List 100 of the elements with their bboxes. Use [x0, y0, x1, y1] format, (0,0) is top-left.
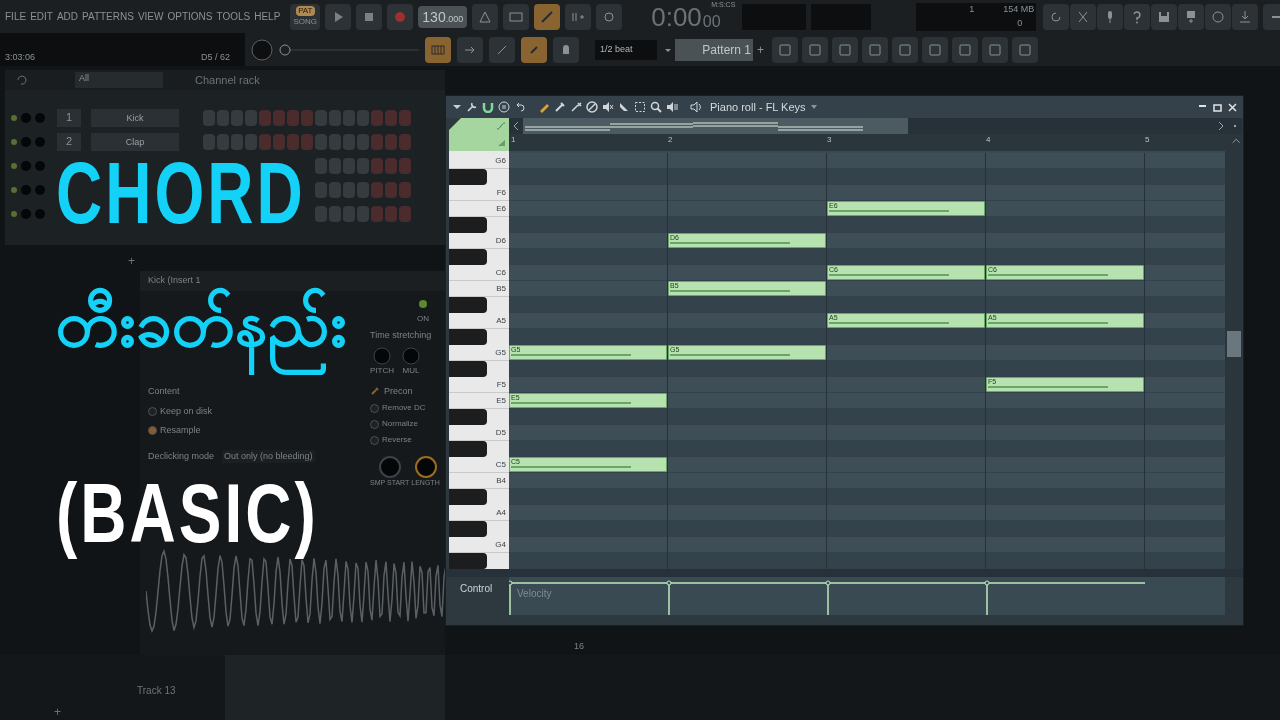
toolbar-button[interactable] [922, 36, 948, 63]
note-grid-row[interactable] [509, 409, 1225, 425]
sharp-piano-key[interactable] [449, 297, 487, 313]
speaker-icon[interactable] [690, 101, 704, 113]
select-icon[interactable] [634, 101, 646, 113]
step-button[interactable] [287, 110, 299, 126]
pencil-icon[interactable] [538, 101, 550, 113]
vertical-scroll-thumb[interactable] [1226, 331, 1241, 357]
snap-dropdown[interactable]: 1/2 beat [595, 39, 657, 60]
menu-item[interactable]: EDIT [30, 9, 53, 24]
note-grid-row[interactable] [509, 217, 1225, 233]
add-pattern-button[interactable]: + [755, 40, 766, 59]
toolbar-button[interactable] [862, 36, 888, 63]
download-button[interactable] [1232, 3, 1259, 30]
step-button[interactable] [357, 182, 369, 198]
knob[interactable] [251, 38, 273, 61]
toolbar-button[interactable] [952, 36, 978, 63]
save-new-button[interactable] [1178, 3, 1205, 30]
note-grid-row[interactable] [509, 185, 1225, 201]
mode-label[interactable]: SONG [291, 17, 320, 27]
delete-pencil-icon[interactable] [570, 101, 582, 113]
radio-button[interactable] [148, 406, 157, 416]
menu-item[interactable]: TOOLS [216, 9, 251, 24]
step-button[interactable] [371, 110, 383, 126]
step-button[interactable] [357, 158, 369, 174]
step-button[interactable] [343, 158, 355, 174]
step-button[interactable] [371, 134, 383, 150]
step-button[interactable] [329, 134, 341, 150]
wait-button[interactable] [503, 3, 530, 30]
radio-button[interactable] [370, 435, 379, 445]
step-button[interactable] [329, 206, 341, 222]
zoom-icon[interactable] [650, 101, 662, 113]
sharp-piano-key[interactable] [449, 361, 487, 377]
sharp-piano-key[interactable] [449, 489, 487, 505]
step-button[interactable] [357, 110, 369, 126]
note-grid-row[interactable] [509, 425, 1225, 441]
step-button[interactable] [399, 110, 411, 126]
circle-menu-icon[interactable] [498, 101, 510, 113]
channel-name-button[interactable]: Kick [91, 109, 179, 127]
toolbar-button[interactable] [832, 36, 858, 63]
arrow-button[interactable] [457, 36, 483, 63]
help-button[interactable] [1124, 3, 1151, 30]
step-edit-button[interactable] [565, 3, 592, 30]
step-button[interactable] [371, 182, 383, 198]
step-button[interactable] [343, 134, 355, 150]
speaker-icon[interactable] [666, 101, 678, 113]
step-button[interactable] [315, 206, 327, 222]
step-button[interactable] [329, 182, 341, 198]
paint-brush-icon[interactable] [554, 101, 566, 113]
note-grid-row[interactable] [509, 153, 1225, 169]
declicking-dropdown[interactable]: Out only (no bleeding) [222, 449, 315, 463]
wrench-icon[interactable] [370, 386, 380, 397]
note-grid-row[interactable] [509, 297, 1225, 313]
step-button[interactable] [287, 134, 299, 150]
step-button[interactable] [259, 110, 271, 126]
position-slider[interactable] [279, 43, 419, 56]
close-icon[interactable] [1228, 102, 1237, 112]
step-button[interactable] [329, 110, 341, 126]
no-entry-icon[interactable] [586, 101, 598, 113]
step-button[interactable] [203, 110, 215, 126]
channel-led-icon[interactable] [11, 115, 17, 121]
step-button[interactable] [315, 158, 327, 174]
cut-button[interactable] [1070, 3, 1097, 30]
channel-led-icon[interactable] [11, 139, 17, 145]
dropdown-arrow-icon[interactable] [809, 103, 818, 111]
note-grid-row[interactable] [509, 473, 1225, 489]
sharp-piano-key[interactable] [449, 441, 487, 457]
menu-item[interactable]: HELP [254, 9, 281, 24]
knob[interactable] [378, 456, 401, 478]
step-button[interactable] [315, 134, 327, 150]
magnet-icon[interactable] [482, 101, 494, 113]
step-button[interactable] [231, 134, 243, 150]
step-button[interactable] [217, 110, 229, 126]
mode-label[interactable]: PAT [296, 6, 315, 16]
channel-number[interactable]: 2 [57, 133, 81, 151]
menu-item[interactable]: FILE [5, 9, 27, 24]
note-grid-row[interactable] [509, 537, 1225, 553]
step-button[interactable] [301, 134, 313, 150]
menu-item[interactable]: OPTIONS [167, 9, 213, 24]
channel-number[interactable]: 1 [57, 109, 81, 127]
toolbar-button[interactable] [772, 36, 798, 63]
play-button[interactable] [325, 3, 352, 30]
loop-record-button[interactable] [596, 3, 623, 30]
undo-icon[interactable] [514, 101, 526, 113]
step-button[interactable] [399, 134, 411, 150]
note-grid-row[interactable] [509, 249, 1225, 265]
step-button[interactable] [357, 134, 369, 150]
channel-led-icon[interactable] [11, 211, 17, 217]
menu-item[interactable]: PATTERNS [82, 9, 134, 24]
menu-item[interactable]: ADD [56, 9, 79, 24]
sharp-piano-key[interactable] [449, 553, 487, 569]
power-led-icon[interactable] [418, 299, 428, 309]
radio-button[interactable] [148, 426, 157, 436]
channel-led-icon[interactable] [11, 187, 17, 193]
knob[interactable] [414, 456, 437, 478]
maximize-icon[interactable] [1213, 102, 1222, 112]
link-button[interactable] [521, 36, 547, 63]
note-overview-scrollbar[interactable] [523, 118, 908, 134]
save-button[interactable] [1151, 3, 1178, 30]
step-button[interactable] [301, 110, 313, 126]
